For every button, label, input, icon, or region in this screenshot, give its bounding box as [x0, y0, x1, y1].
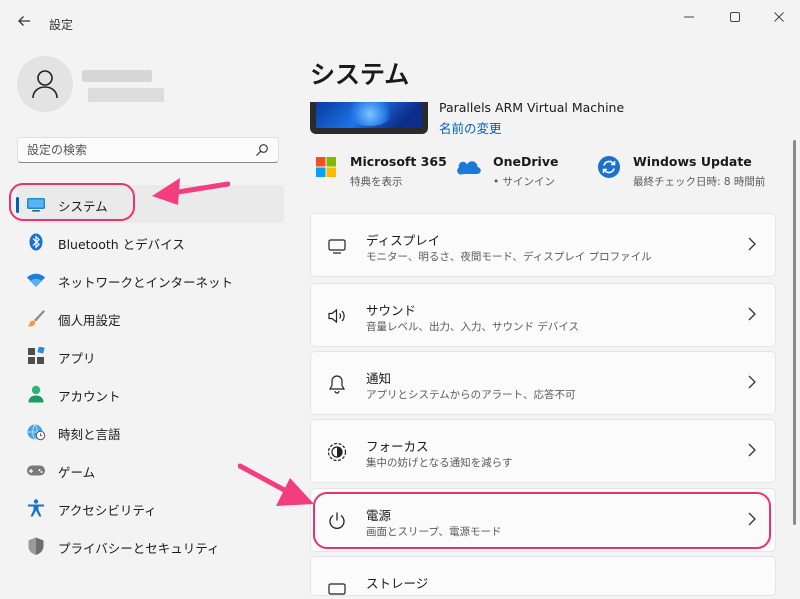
window-title: 設定: [49, 18, 74, 32]
gamepad-icon: [27, 465, 45, 476]
windows-update-icon: [598, 156, 620, 178]
sidebar-item-label: プライバシーとセキュリティ: [58, 541, 220, 556]
chevron-right-icon: [748, 307, 756, 321]
quick-link-onedrive[interactable]: OneDrive • サインイン: [457, 153, 587, 193]
account-icon: [28, 385, 44, 403]
page-title: システム: [310, 60, 410, 89]
sidebar-item-time-language[interactable]: 時刻と言語: [16, 413, 284, 451]
settings-card-sound[interactable]: サウンド 音量レベル、出力、入力、サウンド デバイス: [310, 283, 776, 347]
sidebar-item-privacy[interactable]: プライバシーとセキュリティ: [16, 527, 284, 565]
quick-link-title: Microsoft 365: [350, 154, 447, 169]
monitor-icon: [328, 239, 346, 254]
user-icon: [32, 70, 58, 99]
quick-link-subtitle: 最終チェック日時: 8 時間前: [633, 176, 766, 188]
settings-card-notifications[interactable]: 通知 アプリとシステムからのアラート、応答不可: [310, 351, 776, 415]
annotation-arrow-icon: [238, 463, 314, 506]
quick-link-windows-update[interactable]: Windows Update 最終チェック日時: 8 時間前: [597, 153, 777, 193]
back-button[interactable]: [14, 13, 34, 33]
focus-icon: [327, 442, 347, 462]
quick-link-subtitle: 特典を表示: [350, 176, 403, 188]
bluetooth-icon: [29, 233, 43, 251]
minimize-button[interactable]: [666, 6, 712, 32]
sidebar-item-label: 個人用設定: [58, 313, 121, 328]
avatar[interactable]: [17, 56, 73, 112]
sidebar-item-label: 時刻と言語: [58, 427, 121, 442]
sidebar-item-apps[interactable]: アプリ: [16, 337, 284, 375]
speaker-icon: [328, 308, 345, 324]
minimize-icon: [684, 16, 694, 18]
device-name: Parallels ARM Virtual Machine: [439, 100, 625, 115]
chevron-right-icon: [748, 237, 756, 251]
apps-icon: [28, 347, 45, 364]
search-icon[interactable]: [255, 143, 269, 157]
storage-icon: [328, 583, 346, 595]
bell-icon: [328, 375, 346, 394]
arrow-left-icon: [18, 16, 30, 26]
sidebar-item-bluetooth[interactable]: Bluetooth とデバイス: [16, 223, 284, 261]
card-title: 通知: [366, 371, 392, 386]
wifi-icon: [27, 273, 45, 287]
close-button[interactable]: [756, 6, 800, 32]
settings-search[interactable]: [17, 137, 279, 163]
chevron-right-icon: [748, 375, 756, 389]
scrollbar[interactable]: [793, 140, 796, 525]
chevron-right-icon: [748, 443, 756, 457]
maximize-icon: [730, 12, 740, 22]
quick-link-title: Windows Update: [633, 154, 752, 169]
close-icon: [774, 12, 784, 22]
device-thumbnail: [310, 102, 428, 134]
sidebar-item-label: ネットワークとインターネット: [58, 275, 234, 290]
accessibility-icon: [28, 499, 44, 517]
title-bar: 設定: [0, 0, 800, 46]
highlight-power: [313, 492, 771, 549]
settings-card-focus[interactable]: フォーカス 集中の妨げとなる通知を減らす: [310, 419, 776, 483]
search-input[interactable]: [27, 141, 247, 159]
quick-link-microsoft365[interactable]: Microsoft 365 特典を表示: [314, 153, 447, 193]
card-title: フォーカス: [366, 439, 429, 454]
clock-globe-icon: [27, 424, 46, 441]
maximize-button[interactable]: [712, 6, 758, 32]
sidebar-item-accounts[interactable]: アカウント: [16, 375, 284, 413]
card-title: ストレージ: [366, 576, 429, 591]
shield-icon: [28, 537, 44, 555]
sidebar-item-label: アプリ: [58, 351, 96, 366]
account-email-blurred: [88, 88, 164, 102]
account-name-blurred: [82, 70, 152, 82]
card-subtitle: 音量レベル、出力、入力、サウンド デバイス: [366, 321, 580, 333]
highlight-system: [9, 183, 135, 221]
sidebar-item-label: アクセシビリティ: [58, 503, 157, 518]
sidebar-item-label: アカウント: [58, 389, 121, 404]
card-title: サウンド: [366, 303, 417, 318]
onedrive-icon: [457, 161, 481, 175]
microsoft-icon: [316, 157, 336, 177]
card-subtitle: モニター、明るさ、夜間モード、ディスプレイ プロファイル: [366, 251, 652, 263]
quick-link-title: OneDrive: [493, 154, 559, 169]
rename-link[interactable]: 名前の変更: [439, 118, 502, 137]
card-title: ディスプレイ: [366, 233, 441, 248]
sidebar-item-label: ゲーム: [58, 465, 96, 480]
sidebar-item-label: Bluetooth とデバイス: [58, 237, 185, 252]
card-subtitle: アプリとシステムからのアラート、応答不可: [366, 389, 576, 401]
sidebar-item-personalization[interactable]: 個人用設定: [16, 299, 284, 337]
quick-link-subtitle: • サインイン: [493, 176, 556, 188]
annotation-arrow-icon: [152, 178, 230, 205]
brush-icon: [27, 310, 45, 327]
sidebar-item-network[interactable]: ネットワークとインターネット: [16, 261, 284, 299]
settings-card-display[interactable]: ディスプレイ モニター、明るさ、夜間モード、ディスプレイ プロファイル: [310, 213, 776, 277]
settings-card-storage[interactable]: ストレージ: [310, 556, 776, 596]
card-subtitle: 集中の妨げとなる通知を減らす: [366, 457, 513, 469]
